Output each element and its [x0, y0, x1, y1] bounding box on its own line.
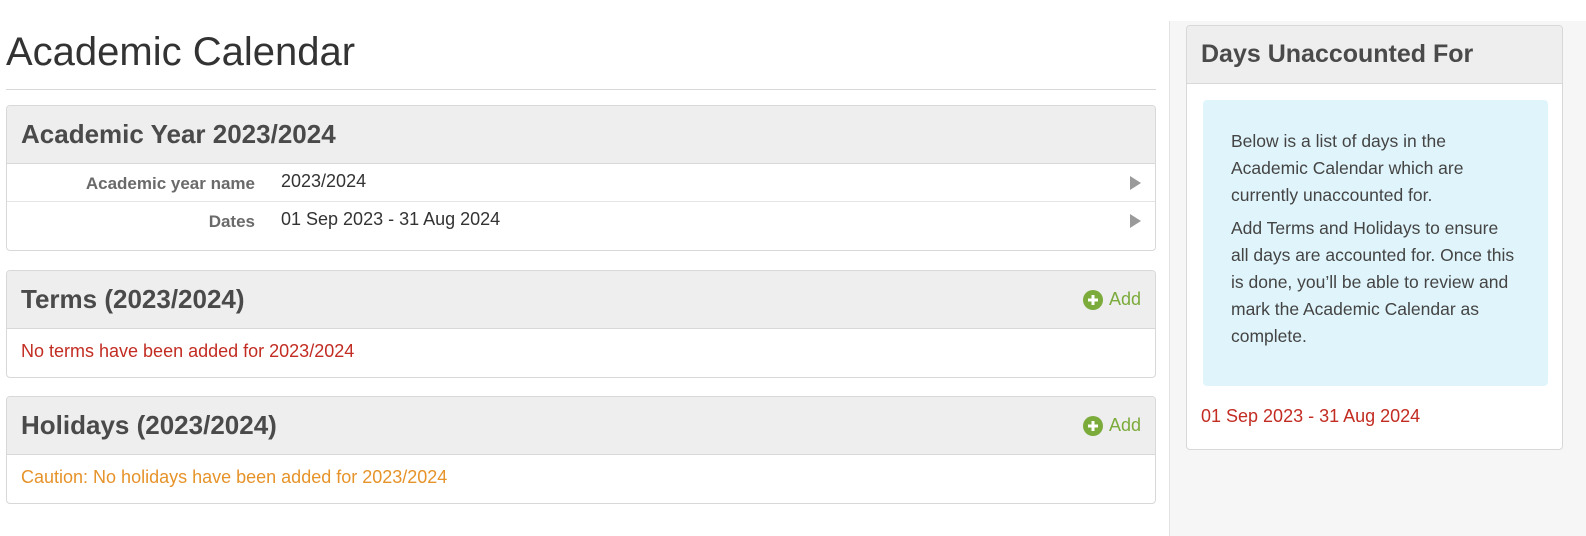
add-holiday-button[interactable]: Add	[1082, 415, 1141, 436]
academic-year-name-label: Academic year name	[85, 173, 255, 193]
holidays-header: Holidays (2023/2024) Add	[7, 397, 1155, 455]
academic-year-dates-value: 01 Sep 2023 - 31 Aug 2024	[281, 209, 501, 229]
plus-circle-icon	[1082, 415, 1103, 436]
caret-right-icon[interactable]	[1130, 214, 1141, 228]
academic-year-header: Academic Year 2023/2024	[7, 106, 1155, 164]
unaccounted-dates: 01 Sep 2023 - 31 Aug 2024	[1201, 406, 1421, 426]
holidays-title: Holidays (2023/2024)	[21, 410, 277, 440]
main-content: Academic Calendar	[6, 0, 1156, 90]
terms-panel: Terms (2023/2024) Add No terms have been…	[6, 270, 1156, 378]
info-paragraph: Below is a list of days in the Academic …	[1231, 131, 1464, 205]
days-unaccounted-header: Days Unaccounted For	[1187, 26, 1562, 84]
academic-year-title: Academic Year 2023/2024	[21, 119, 336, 149]
academic-year-name-row[interactable]: Academic year name 2023/2024	[7, 164, 1155, 202]
info-box: Below is a list of days in the Academic …	[1203, 100, 1548, 386]
page-title: Academic Calendar	[6, 0, 1156, 90]
terms-empty-message: No terms have been added for 2023/2024	[21, 340, 355, 361]
add-term-label: Add	[1108, 289, 1141, 309]
academic-year-name-value: 2023/2024	[281, 170, 367, 191]
caret-right-icon[interactable]	[1130, 176, 1141, 190]
days-unaccounted-title: Days Unaccounted For	[1201, 40, 1474, 68]
terms-title: Terms (2023/2024)	[21, 284, 245, 314]
academic-year-dates-row[interactable]: Dates 01 Sep 2023 - 31 Aug 2024	[7, 202, 1155, 240]
info-paragraph: Add Terms and Holidays to ensure all day…	[1231, 218, 1515, 346]
academic-year-panel: Academic Year 2023/2024 Academic year na…	[6, 105, 1156, 251]
holidays-panel: Holidays (2023/2024) Add Caution: No hol…	[6, 396, 1156, 504]
plus-circle-icon	[1082, 289, 1103, 310]
holidays-caution-message: Caution: No holidays have been added for…	[21, 466, 448, 487]
academic-year-dates-label: Dates	[208, 212, 255, 231]
add-term-button[interactable]: Add	[1082, 289, 1141, 310]
terms-header: Terms (2023/2024) Add	[7, 271, 1155, 329]
add-holiday-label: Add	[1108, 415, 1141, 435]
days-unaccounted-panel: Days Unaccounted For Below is a list of …	[1186, 25, 1563, 450]
